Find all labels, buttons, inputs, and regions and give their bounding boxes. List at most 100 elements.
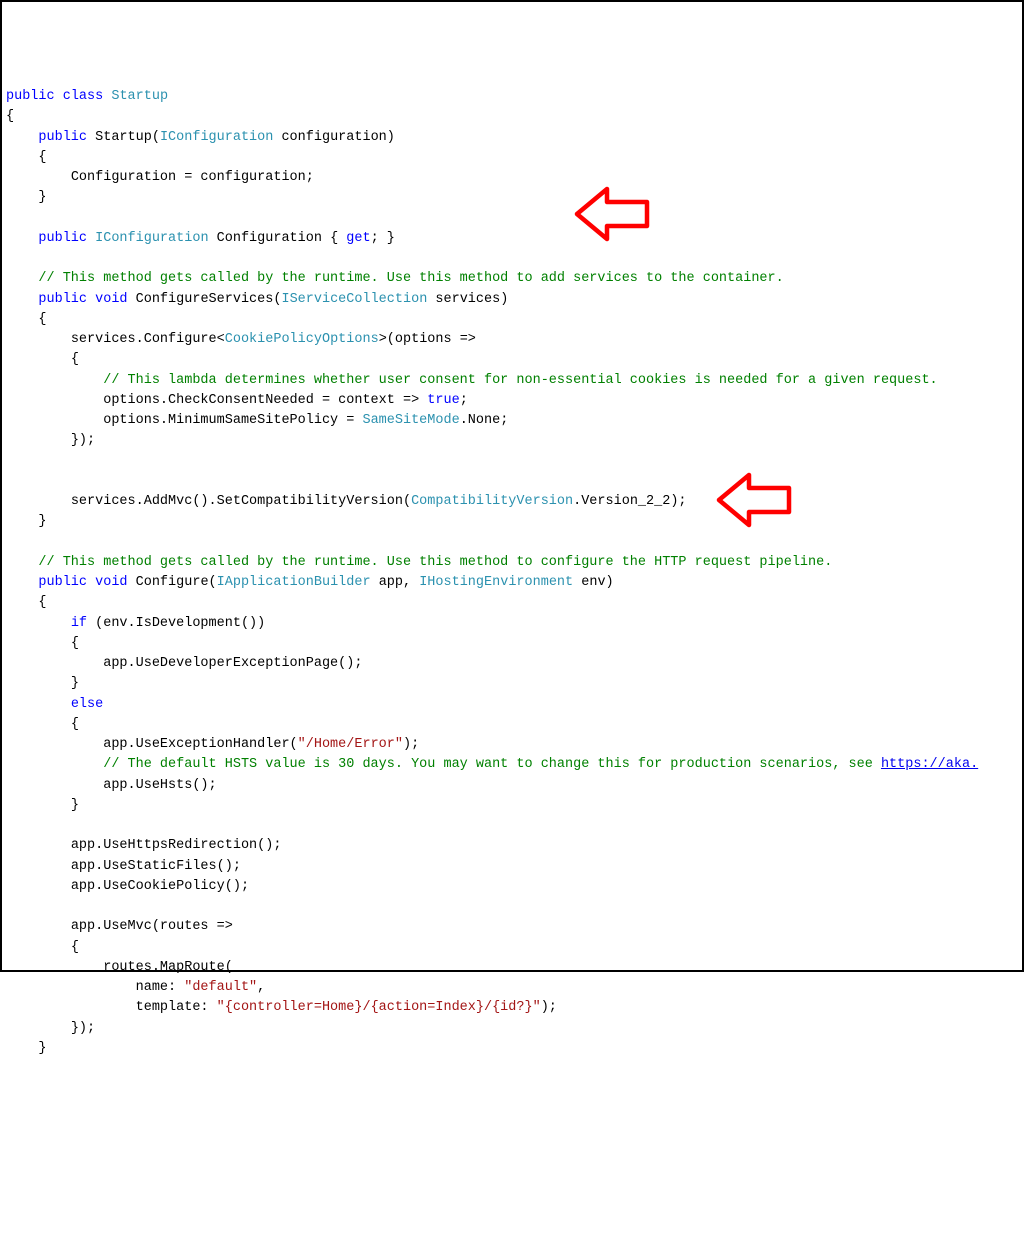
token-plain: routes.MapRoute(: [103, 960, 233, 975]
code-line: template: "{controller=Home}/{action=Ind…: [6, 998, 1018, 1018]
token-comment: // This method gets called by the runtim…: [38, 555, 832, 570]
code-line: }: [6, 796, 1018, 816]
token-type: IServiceCollection: [281, 292, 427, 307]
token-plain: app.UseCookiePolicy();: [71, 879, 249, 894]
token-type: CompatibilityVersion: [411, 494, 573, 509]
code-line: services.Configure<CookiePolicyOptions>(…: [6, 330, 1018, 350]
code-line: public void ConfigureServices(IServiceCo…: [6, 290, 1018, 310]
code-line: name: "default",: [6, 978, 1018, 998]
token-plain: ;: [460, 393, 468, 408]
token-plain: {: [71, 940, 79, 955]
code-line: if (env.IsDevelopment()): [6, 614, 1018, 634]
token-plain: app.UseHsts();: [103, 778, 216, 793]
token-plain: {: [6, 109, 14, 124]
token-plain: options.CheckConsentNeeded = context =>: [103, 393, 427, 408]
token-plain: }: [38, 514, 46, 529]
token-plain: services): [427, 292, 508, 307]
code-line: routes.MapRoute(: [6, 958, 1018, 978]
code-line: {: [6, 148, 1018, 168]
code-line: });: [6, 431, 1018, 451]
token-plain: app.UseExceptionHandler(: [103, 737, 297, 752]
code-line: app.UseCookiePolicy();: [6, 877, 1018, 897]
token-type: IConfiguration: [95, 231, 208, 246]
token-type: IApplicationBuilder: [217, 575, 371, 590]
token-kw: public: [38, 130, 87, 145]
token-plain: (env.IsDevelopment()): [87, 616, 265, 631]
token-comment: // This lambda determines whether user c…: [103, 373, 937, 388]
token-plain: {: [38, 312, 46, 327]
token-plain: Configuration = configuration;: [71, 170, 314, 185]
token-link: https://aka.: [881, 757, 978, 772]
token-comment: // The default HSTS value is 30 days. Yo…: [103, 757, 881, 772]
code-line: {: [6, 350, 1018, 370]
token-plain: [87, 575, 95, 590]
token-kw: if: [71, 616, 87, 631]
code-line: {: [6, 593, 1018, 613]
token-kw: else: [71, 697, 103, 712]
token-kw: void: [95, 292, 127, 307]
code-line: public IConfiguration Configuration { ge…: [6, 229, 1018, 249]
token-str: "{controller=Home}/{action=Index}/{id?}": [217, 1000, 541, 1015]
code-viewer: public class Startup{ public Startup(ICo…: [6, 87, 1018, 1059]
code-line: // This lambda determines whether user c…: [6, 371, 1018, 391]
token-comment: // This method gets called by the runtim…: [38, 271, 783, 286]
token-str: "default": [184, 980, 257, 995]
code-line: }: [6, 674, 1018, 694]
token-plain: name:: [136, 980, 185, 995]
token-str: "/Home/Error": [298, 737, 403, 752]
token-kw: true: [427, 393, 459, 408]
code-line: }: [6, 188, 1018, 208]
token-kw: public: [6, 89, 55, 104]
token-plain: [55, 89, 63, 104]
code-line: public void Configure(IApplicationBuilde…: [6, 573, 1018, 593]
code-line: });: [6, 1019, 1018, 1039]
token-plain: template:: [136, 1000, 217, 1015]
token-plain: {: [71, 717, 79, 732]
code-line: [6, 249, 1018, 269]
code-line: app.UseStaticFiles();: [6, 857, 1018, 877]
token-plain: {: [38, 150, 46, 165]
code-line: [6, 816, 1018, 836]
code-line: app.UseDeveloperExceptionPage();: [6, 654, 1018, 674]
token-plain: );: [403, 737, 419, 752]
token-plain: ,: [257, 980, 265, 995]
token-plain: );: [541, 1000, 557, 1015]
code-line: {: [6, 715, 1018, 735]
code-line: [6, 533, 1018, 553]
code-line: }: [6, 512, 1018, 532]
code-line: app.UseHttpsRedirection();: [6, 836, 1018, 856]
code-line: options.MinimumSameSitePolicy = SameSite…: [6, 411, 1018, 431]
token-type: IConfiguration: [160, 130, 273, 145]
code-line: app.UseHsts();: [6, 776, 1018, 796]
annotation-arrow-1: [572, 184, 652, 244]
code-line: // This method gets called by the runtim…: [6, 269, 1018, 289]
code-line: options.CheckConsentNeeded = context => …: [6, 391, 1018, 411]
token-plain: {: [71, 636, 79, 651]
annotation-arrow-2: [714, 470, 794, 530]
token-plain: [87, 292, 95, 307]
code-line: [6, 472, 1018, 492]
token-kw: class: [63, 89, 104, 104]
token-plain: });: [71, 433, 95, 448]
code-line: Configuration = configuration;: [6, 168, 1018, 188]
token-plain: Configure(: [128, 575, 217, 590]
code-line: public Startup(IConfiguration configurat…: [6, 128, 1018, 148]
token-kw: public: [38, 231, 87, 246]
code-line: [6, 209, 1018, 229]
token-plain: services.Configure<: [71, 332, 225, 347]
token-type: CookiePolicyOptions: [225, 332, 379, 347]
token-plain: .None;: [460, 413, 509, 428]
token-plain: env): [573, 575, 614, 590]
code-line: {: [6, 938, 1018, 958]
code-line: }: [6, 1039, 1018, 1059]
token-plain: [87, 231, 95, 246]
token-plain: }: [71, 676, 79, 691]
token-kw: get: [346, 231, 370, 246]
token-plain: app.UseStaticFiles();: [71, 859, 241, 874]
token-plain: .Version_2_2);: [573, 494, 686, 509]
token-kw: void: [95, 575, 127, 590]
token-plain: ConfigureServices(: [128, 292, 282, 307]
token-type: IHostingEnvironment: [419, 575, 573, 590]
token-kw: public: [38, 292, 87, 307]
token-plain: Configuration {: [209, 231, 347, 246]
